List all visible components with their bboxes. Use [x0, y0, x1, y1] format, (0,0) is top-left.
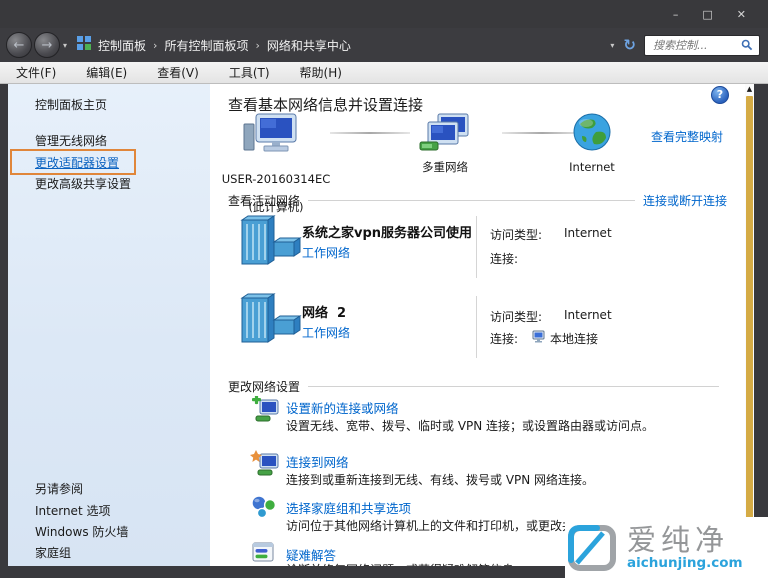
- maximize-button[interactable]: □: [702, 9, 712, 20]
- connect-disconnect-link[interactable]: 连接或断开连接: [643, 192, 727, 209]
- scroll-up-icon[interactable]: ▲: [745, 84, 754, 94]
- breadcrumb-separator-icon: ›: [255, 38, 260, 52]
- setup-new-connection-desc: 设置无线、宽带、拨号、临时或 VPN 连接；或设置路由器或访问点。: [286, 419, 655, 433]
- aichunjing-logo-icon: [568, 524, 616, 571]
- active-networks-heading: 查看活动网络: [228, 194, 301, 208]
- forward-button[interactable]: →: [34, 32, 60, 58]
- minimize-button[interactable]: –: [673, 9, 679, 20]
- breadcrumb-control-panel[interactable]: 控制面板: [98, 37, 146, 54]
- network-settings-header: 更改网络设置: [228, 378, 727, 395]
- internet-globe-icon[interactable]: [572, 112, 612, 152]
- sidebar: 控制面板主页 管理无线网络 更改适配器设置 更改高级共享设置 另请参阅 Inte…: [8, 84, 210, 566]
- homegroup-options-desc: 访问位于其他网络计算机上的文件和打印机，或更改共: [286, 519, 575, 533]
- breadcrumb-separator-icon: ›: [153, 38, 158, 52]
- network-center-icon: [76, 35, 92, 55]
- menu-edit[interactable]: 编辑(E): [86, 64, 127, 81]
- close-button[interactable]: ✕: [737, 9, 746, 20]
- back-button[interactable]: ←: [6, 32, 32, 58]
- network2-access-label: 访问类型:: [490, 310, 543, 324]
- title-bar: – □ ✕: [0, 0, 768, 28]
- see-also-heading: 另请参阅: [35, 482, 84, 496]
- breadcrumb-all-items[interactable]: 所有控制面板项: [164, 37, 248, 54]
- search-box[interactable]: [644, 34, 760, 56]
- address-bar: ← → ▾ 控制面板 › 所有控制面板项 › 网络和共享中心 ▾ ↻: [0, 28, 768, 62]
- new-connection-icon[interactable]: [250, 396, 280, 424]
- internet-label: Internet: [569, 160, 615, 174]
- history-dropdown-icon[interactable]: ▾: [63, 41, 67, 50]
- network2-type-link[interactable]: 工作网络: [302, 324, 350, 341]
- connect-to-network-link[interactable]: 连接到网络: [286, 452, 349, 471]
- map-connector-line: [502, 132, 582, 134]
- view-full-map-link[interactable]: 查看完整映射: [651, 128, 723, 145]
- breadcrumb-network-sharing-center[interactable]: 网络和共享中心: [267, 37, 351, 54]
- sidebar-item-manage-wireless[interactable]: 管理无线网络: [35, 132, 107, 149]
- menu-view[interactable]: 查看(V): [157, 64, 199, 81]
- address-dropdown-icon[interactable]: ▾: [610, 41, 614, 50]
- search-input[interactable]: [651, 37, 741, 53]
- network2-name: 网络 2: [302, 306, 347, 321]
- troubleshoot-desc: 诊断并修复网络问题，或获得疑难解答信息。: [286, 561, 526, 566]
- network2-access-value: Internet: [564, 308, 612, 322]
- search-icon[interactable]: [741, 39, 753, 51]
- adapter-settings-highlight-box: [10, 149, 136, 175]
- sidebar-item-homegroup[interactable]: 家庭组: [35, 544, 71, 561]
- connect-to-network-icon[interactable]: [250, 450, 280, 478]
- this-computer-icon[interactable]: [242, 112, 304, 158]
- watermark: 爱纯净 aichunjing.com: [565, 517, 768, 578]
- local-connection-link[interactable]: 本地连接: [550, 330, 598, 347]
- sidebar-item-windows-firewall[interactable]: Windows 防火墙: [35, 523, 128, 540]
- local-connection-icon: [532, 330, 545, 343]
- vertical-scrollbar[interactable]: ▲: [745, 84, 754, 566]
- troubleshoot-icon[interactable]: [252, 542, 274, 562]
- network1-connection-label: 连接:: [490, 252, 519, 266]
- multiple-networks-label: 多重网络: [422, 160, 468, 174]
- refresh-icon[interactable]: ↻: [623, 36, 636, 54]
- sidebar-item-control-panel-home[interactable]: 控制面板主页: [35, 96, 107, 113]
- menu-tools[interactable]: 工具(T): [229, 64, 270, 81]
- homegroup-options-link[interactable]: 选择家庭组和共享选项: [286, 498, 411, 517]
- menu-help[interactable]: 帮助(H): [300, 64, 342, 81]
- menu-file[interactable]: 文件(F): [16, 64, 56, 81]
- help-icon[interactable]: ?: [711, 86, 729, 104]
- network1-access-value: Internet: [564, 226, 612, 240]
- network-settings-heading: 更改网络设置: [228, 380, 301, 394]
- work-network-icon[interactable]: [238, 214, 302, 270]
- multiple-networks-icon[interactable]: [418, 112, 470, 156]
- network1-type-link[interactable]: 工作网络: [302, 244, 350, 261]
- network1-divider: [476, 216, 477, 278]
- map-connector-line: [330, 132, 410, 134]
- network1-name: 系统之家vpn服务器公司使用: [302, 226, 473, 241]
- network2-divider: [476, 296, 477, 358]
- scrollbar-thumb[interactable]: [746, 96, 753, 566]
- active-networks-header: 查看活动网络 连接或断开连接: [228, 192, 727, 209]
- sidebar-item-internet-options[interactable]: Internet 选项: [35, 502, 110, 519]
- homegroup-icon[interactable]: [250, 494, 278, 520]
- work-network-icon[interactable]: [238, 292, 302, 348]
- connect-to-network-desc: 连接到或重新连接到无线、有线、拨号或 VPN 网络连接。: [286, 473, 595, 487]
- network1-access-label: 访问类型:: [490, 228, 543, 242]
- watermark-domain: aichunjing.com: [627, 554, 743, 571]
- sidebar-item-advanced-sharing[interactable]: 更改高级共享设置: [35, 175, 131, 192]
- setup-new-connection-link[interactable]: 设置新的连接或网络: [286, 398, 399, 417]
- section-divider: [308, 386, 719, 387]
- network2-connection-label: 连接:: [490, 332, 519, 346]
- menu-bar: 文件(F) 编辑(E) 查看(V) 工具(T) 帮助(H): [0, 62, 768, 84]
- section-divider: [308, 200, 635, 201]
- watermark-name: 爱纯净: [627, 522, 730, 557]
- main-content: ? 查看基本网络信息并设置连接 USER-20160314EC (此计算机) 多…: [210, 84, 745, 566]
- watermark-text: 爱纯净 aichunjing.com: [627, 525, 743, 571]
